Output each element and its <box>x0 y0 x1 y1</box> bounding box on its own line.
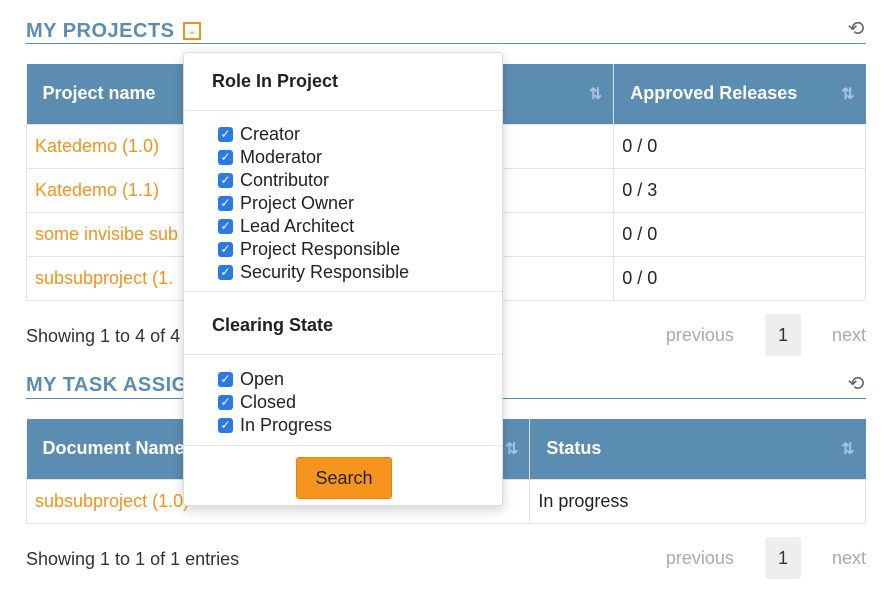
filter-dropdown: Role In Project ✓ Creator ✓ Moderator ✓ Con… <box>183 52 503 506</box>
role-checkbox-list: ✓ Creator ✓ Moderator ✓ Contributor ✓ Projec… <box>218 123 409 284</box>
role-option-project-owner[interactable]: ✓ Project Owner <box>218 192 409 215</box>
role-option-label: Security Responsible <box>240 262 410 282</box>
checkbox-checked-icon[interactable]: ✓ <box>218 395 233 410</box>
role-option-creator[interactable]: ✓ Creator <box>218 123 409 146</box>
dropdown-divider <box>184 110 502 111</box>
checkbox-checked-icon[interactable]: ✓ <box>218 265 233 280</box>
role-option-label: Project Owner <box>240 193 355 213</box>
search-button[interactable]: Search <box>296 457 392 499</box>
approved-releases-cell: 0 / 0 <box>613 123 866 169</box>
project-link[interactable]: Katedemo (1.0) <box>35 136 159 156</box>
checkbox-checked-icon[interactable]: ✓ <box>218 173 233 188</box>
tasks-section-title: MY TASK ASSIG <box>26 374 188 396</box>
previous-page-button[interactable]: previous <box>666 548 734 569</box>
project-link[interactable]: some invisibe sub <box>35 224 178 244</box>
dropdown-divider <box>184 445 502 446</box>
role-option-moderator[interactable]: ✓ Moderator <box>218 146 409 169</box>
column-header-status[interactable]: Status ⇅ <box>529 419 866 479</box>
state-option-label: Closed <box>240 392 297 412</box>
checkbox-checked-icon[interactable]: ✓ <box>218 372 233 387</box>
projects-pagination: previous 1 next <box>666 314 866 356</box>
column-header-label: Approved Releases <box>630 83 798 104</box>
next-page-button[interactable]: next <box>832 548 866 569</box>
role-option-label: Project Responsible <box>240 239 401 259</box>
previous-page-button[interactable]: previous <box>666 325 734 346</box>
checkbox-checked-icon[interactable]: ✓ <box>218 418 233 433</box>
sort-icon[interactable]: ⇅ <box>589 84 603 104</box>
sort-icon[interactable]: ⇅ <box>841 84 855 104</box>
checkbox-checked-icon[interactable]: ✓ <box>218 150 233 165</box>
approved-releases-cell: 0 / 0 <box>613 255 866 301</box>
state-option-closed[interactable]: ✓ Closed <box>218 391 332 414</box>
page-1-button[interactable]: 1 <box>764 537 801 579</box>
approved-releases-cell: 0 / 0 <box>613 211 866 257</box>
dropdown-divider <box>184 291 502 292</box>
projects-table-info: Showing 1 to 4 of 4 <box>26 326 181 346</box>
role-option-label: Lead Architect <box>240 216 355 236</box>
status-cell: In progress <box>529 478 866 524</box>
page-1-button[interactable]: 1 <box>764 314 801 356</box>
sort-icon[interactable]: ⇅ <box>841 439 855 459</box>
column-header-label: Document Name <box>42 438 185 459</box>
clearing-state-heading: Clearing State <box>212 315 334 335</box>
role-option-lead-architect[interactable]: ✓ Lead Architect <box>218 215 409 238</box>
role-option-contributor[interactable]: ✓ Contributor <box>218 169 409 192</box>
column-header-label: Status <box>546 438 602 459</box>
approved-releases-cell: 0 / 3 <box>613 167 866 213</box>
projects-section-title: MY PROJECTS <box>26 20 175 42</box>
checkbox-checked-icon[interactable]: ✓ <box>218 196 233 211</box>
document-link[interactable]: subsubproject (1.0) <box>35 491 189 511</box>
sort-icon[interactable]: ⇅ <box>505 439 519 459</box>
role-option-label: Moderator <box>240 147 323 167</box>
state-option-in-progress[interactable]: ✓ In Progress <box>218 414 332 437</box>
role-option-security-responsible[interactable]: ✓ Security Responsible <box>218 261 409 284</box>
next-page-button[interactable]: next <box>832 325 866 346</box>
state-option-open[interactable]: ✓ Open <box>218 368 332 391</box>
checkbox-checked-icon[interactable]: ✓ <box>218 127 233 142</box>
role-option-label: Creator <box>240 124 301 144</box>
tasks-pagination: previous 1 next <box>666 537 866 579</box>
tasks-refresh-icon[interactable]: ⟲ <box>846 374 866 394</box>
clearing-state-checkbox-list: ✓ Open ✓ Closed ✓ In Progress <box>218 368 332 437</box>
projects-divider <box>26 43 866 44</box>
checkbox-checked-icon[interactable]: ✓ <box>218 242 233 257</box>
project-link[interactable]: subsubproject (1. <box>35 268 173 288</box>
tasks-table-info: Showing 1 to 1 of 1 entries <box>26 549 240 569</box>
dropdown-divider <box>184 354 502 355</box>
checkbox-checked-icon[interactable]: ✓ <box>218 219 233 234</box>
column-header-label: Project name <box>42 83 156 104</box>
role-option-project-responsible[interactable]: ✓ Project Responsible <box>218 238 409 261</box>
filter-toggle-chevron-icon[interactable]: ⌄ <box>183 22 201 40</box>
role-in-project-heading: Role In Project <box>212 71 339 91</box>
state-option-label: Open <box>240 369 285 389</box>
column-header-approved-releases[interactable]: Approved Releases ⇅ <box>613 64 866 124</box>
project-link[interactable]: Katedemo (1.1) <box>35 180 159 200</box>
state-option-label: In Progress <box>240 415 333 435</box>
projects-refresh-icon[interactable]: ⟲ <box>846 19 866 39</box>
role-option-label: Contributor <box>240 170 330 190</box>
